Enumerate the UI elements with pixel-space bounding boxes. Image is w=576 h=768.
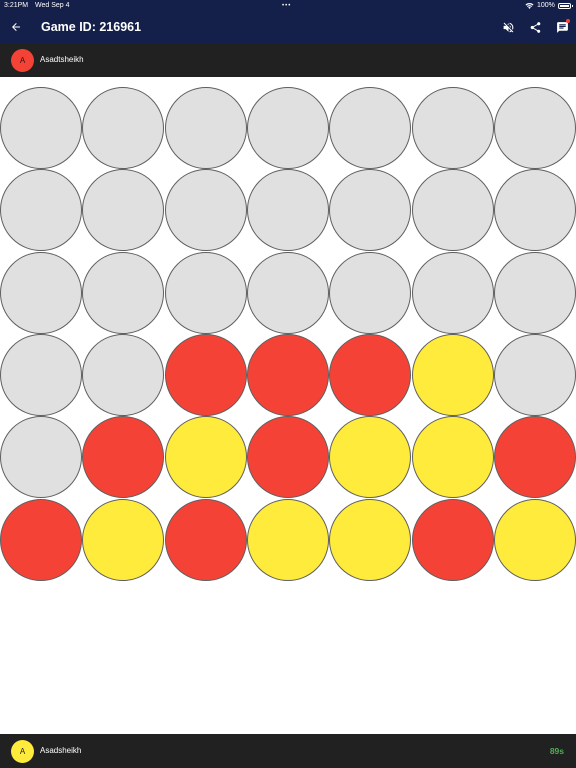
board-cell-r6-c6[interactable] xyxy=(412,499,494,581)
board-cell-r2-c3[interactable] xyxy=(165,169,247,251)
player-avatar: A xyxy=(11,740,34,763)
board-cell-r2-c6[interactable] xyxy=(412,169,494,251)
board-cell-r4-c4[interactable] xyxy=(247,334,329,416)
board-cell-r1-c4[interactable] xyxy=(247,87,329,169)
board-cell-r1-c2[interactable] xyxy=(82,87,164,169)
board-cell-r4-c7[interactable] xyxy=(494,334,576,416)
board-cell-r5-c7[interactable] xyxy=(494,416,576,498)
turn-timer: 89s xyxy=(549,746,564,756)
board-cell-r2-c7[interactable] xyxy=(494,169,576,251)
board-cell-r5-c4[interactable] xyxy=(247,416,329,498)
game-screen: 3:21PM Wed Sep 4 ••• 100% Game ID: 21696… xyxy=(0,0,576,768)
player-name: Asadsheikh xyxy=(40,746,82,755)
share-button[interactable] xyxy=(527,19,543,35)
board-cell-r5-c1[interactable] xyxy=(0,416,82,498)
board-cell-r3-c7[interactable] xyxy=(494,252,576,334)
board-cell-r1-c7[interactable] xyxy=(494,87,576,169)
board-cell-r4-c3[interactable] xyxy=(165,334,247,416)
multitasking-dots-icon[interactable]: ••• xyxy=(282,0,291,12)
status-bar: 3:21PM Wed Sep 4 ••• 100% xyxy=(0,0,576,12)
board-cell-r4-c1[interactable] xyxy=(0,334,82,416)
board-cell-r3-c6[interactable] xyxy=(412,252,494,334)
board-cell-r3-c1[interactable] xyxy=(0,252,82,334)
board-cell-r6-c5[interactable] xyxy=(329,499,411,581)
board-cell-r4-c2[interactable] xyxy=(82,334,164,416)
status-date: Wed Sep 4 xyxy=(35,2,70,9)
board-cell-r1-c3[interactable] xyxy=(165,87,247,169)
back-button[interactable] xyxy=(8,19,24,35)
board-cell-r4-c5[interactable] xyxy=(329,334,411,416)
board-cell-r6-c1[interactable] xyxy=(0,499,82,581)
volume-off-icon xyxy=(503,22,513,32)
chat-button[interactable] xyxy=(554,19,570,35)
battery-icon xyxy=(558,3,573,9)
board-cell-r5-c5[interactable] xyxy=(329,416,411,498)
board-cell-r5-c2[interactable] xyxy=(82,416,164,498)
board-cell-r2-c2[interactable] xyxy=(82,169,164,251)
board-cell-r1-c5[interactable] xyxy=(329,87,411,169)
game-board xyxy=(0,87,576,581)
board-cell-r6-c4[interactable] xyxy=(247,499,329,581)
board-cell-r5-c3[interactable] xyxy=(165,416,247,498)
arrow-left-icon xyxy=(12,23,20,31)
chat-notification-badge xyxy=(566,19,570,23)
board-cell-r3-c3[interactable] xyxy=(165,252,247,334)
board-cell-r6-c3[interactable] xyxy=(165,499,247,581)
opponent-name: Asadtsheikh xyxy=(40,55,84,64)
opponent-bar: A Asadtsheikh xyxy=(0,43,576,77)
board-cell-r2-c1[interactable] xyxy=(0,169,82,251)
battery-percent: 100% xyxy=(537,2,555,9)
board-cell-r2-c4[interactable] xyxy=(247,169,329,251)
board-cell-r1-c1[interactable] xyxy=(0,87,82,169)
board-cell-r3-c5[interactable] xyxy=(329,252,411,334)
board-cell-r1-c6[interactable] xyxy=(412,87,494,169)
page-title: Game ID: 216961 xyxy=(41,20,142,34)
wifi-icon xyxy=(525,3,534,9)
mute-button[interactable] xyxy=(500,19,516,35)
app-bar: Game ID: 216961 xyxy=(0,12,576,43)
board-cell-r2-c5[interactable] xyxy=(329,169,411,251)
board-cell-r6-c7[interactable] xyxy=(494,499,576,581)
board-cell-r6-c2[interactable] xyxy=(82,499,164,581)
board-cell-r3-c4[interactable] xyxy=(247,252,329,334)
status-time: 3:21PM xyxy=(4,2,29,9)
board-cell-r3-c2[interactable] xyxy=(82,252,164,334)
share-icon xyxy=(530,21,540,33)
board-cell-r5-c6[interactable] xyxy=(412,416,494,498)
opponent-avatar: A xyxy=(11,49,34,72)
board-cell-r4-c6[interactable] xyxy=(412,334,494,416)
player-bar: A Asadsheikh 89s xyxy=(0,734,576,768)
